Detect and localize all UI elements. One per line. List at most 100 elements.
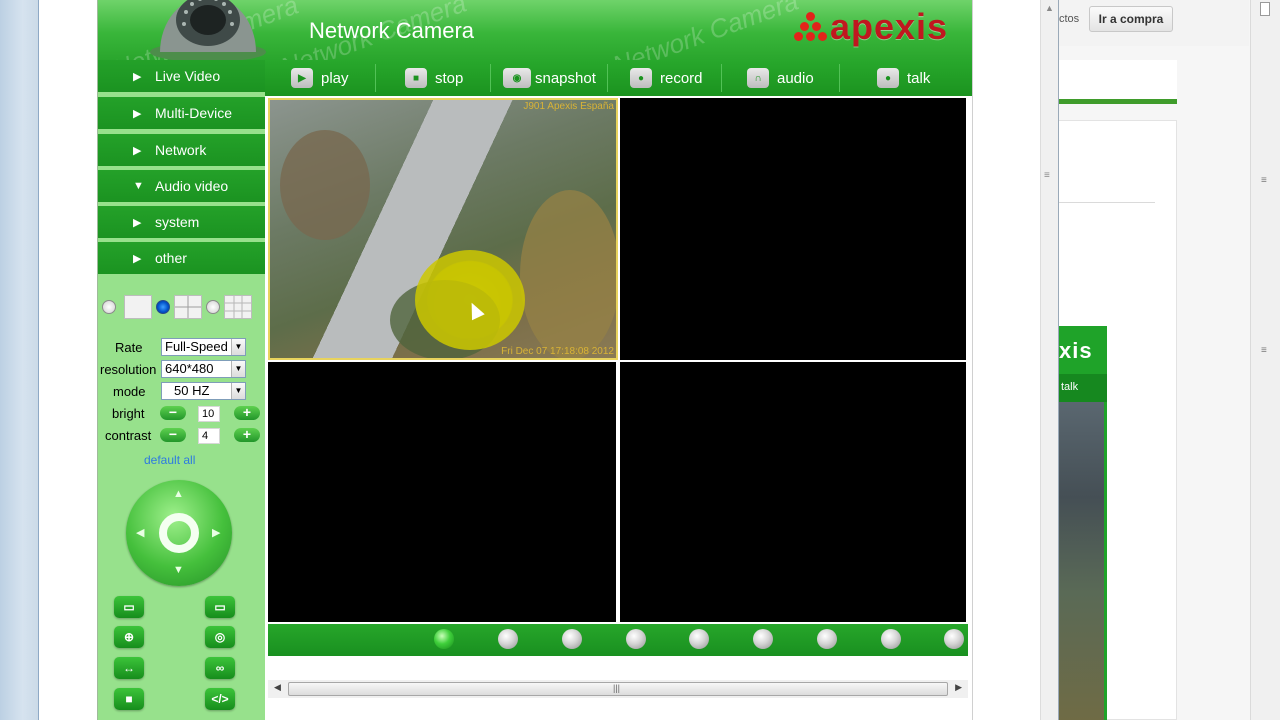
vertical-patrol-button[interactable]: ▭: [114, 596, 144, 618]
scroll-left-arrow-icon[interactable]: ◀: [274, 682, 281, 693]
channel-7-dot[interactable]: [817, 629, 837, 649]
code-icon: </>: [211, 692, 229, 706]
channel-3-dot[interactable]: [562, 629, 582, 649]
single-view-icon[interactable]: [124, 295, 152, 319]
talk-button[interactable]: ● talk: [877, 60, 930, 96]
resolution-select[interactable]: 640*480 ▼: [161, 360, 246, 378]
bright-value: 10: [198, 406, 220, 422]
pan-up-arrow-icon[interactable]: ▲: [173, 488, 184, 500]
pan-left-arrow-icon[interactable]: ◀: [136, 526, 144, 539]
record-button[interactable]: ● record: [630, 60, 703, 96]
camera-web-app: Network Camera Network Camera Network Ca…: [97, 0, 973, 720]
channel-4-dot[interactable]: [626, 629, 646, 649]
background-scrollbar[interactable]: ≡ ≡: [1250, 0, 1280, 720]
nine-view-radio[interactable]: [206, 300, 220, 314]
camera-dome-icon: [150, 0, 266, 60]
view-layout-selector: [98, 292, 265, 322]
focus-icon: ◎: [214, 630, 226, 644]
toolbar-separator: [721, 64, 722, 92]
pan-right-arrow-icon[interactable]: ▶: [212, 526, 220, 539]
horizontal-flip-button[interactable]: ↔: [114, 657, 144, 679]
video-grid: J901 Apexis España Fri Dec 07 17:18:08 2…: [268, 98, 968, 624]
contrast-decrease-button[interactable]: −: [160, 427, 186, 442]
video-channel-3[interactable]: [268, 362, 616, 622]
triangle-right-icon: ▶: [133, 70, 142, 83]
square-icon: ■: [125, 692, 133, 706]
menu-item-network[interactable]: ▶ Network: [98, 134, 265, 168]
ptz-center-ring[interactable]: [159, 513, 199, 553]
video-channel-1[interactable]: J901 Apexis España Fri Dec 07 17:18:08 2…: [268, 98, 618, 360]
loop-button[interactable]: ∞: [205, 657, 235, 679]
horizontal-scrollbar[interactable]: ◀ ||| ▶: [268, 680, 968, 698]
menu-item-audio-video[interactable]: ▼ Audio video: [98, 170, 265, 204]
stop-button[interactable]: ■ stop: [405, 60, 463, 96]
zoom-in-button[interactable]: ⊕: [114, 626, 144, 648]
menu-item-system[interactable]: ▶ system: [98, 206, 265, 240]
channel-selector-bar: [268, 624, 968, 656]
toolbar-label: stop: [435, 69, 464, 87]
menu-item-multi-device[interactable]: ▶ Multi-Device: [98, 97, 265, 131]
toolbar-label: play: [321, 69, 349, 87]
io-button[interactable]: </>: [205, 688, 235, 710]
menu-item-label: Multi-Device: [155, 105, 233, 121]
background-browser-window: ctos Ir a compra xis talk ≡ ≡: [1058, 0, 1280, 720]
app-header: Network Camera Network Camera Network Ca…: [98, 0, 972, 60]
single-view-radio[interactable]: [102, 300, 116, 314]
triangle-right-icon: ▶: [133, 252, 142, 265]
background-window-header: ctos Ir a compra: [1059, 0, 1249, 46]
audio-button[interactable]: ∩ audio: [747, 60, 814, 96]
truncated-link[interactable]: ctos: [1059, 13, 1079, 25]
quad-view-radio[interactable]: [156, 300, 170, 314]
divider: [1059, 202, 1155, 203]
ptz-joystick[interactable]: ▲ ▼ ◀ ▶: [126, 480, 232, 586]
play-icon: ▶: [291, 68, 313, 88]
toolbar-separator: [607, 64, 608, 92]
default-all-link[interactable]: default all: [144, 453, 195, 467]
background-brand-logo: xis: [1059, 338, 1093, 363]
menu-item-label: Network: [155, 142, 207, 158]
scroll-up-arrow-icon[interactable]: ▲: [1045, 3, 1054, 13]
horizontal-patrol-button[interactable]: ▭: [205, 596, 235, 618]
zoom-in-icon: ⊕: [123, 630, 135, 644]
bright-decrease-button[interactable]: −: [160, 405, 186, 420]
menu-item-live-video[interactable]: ▶ Live Video: [98, 60, 265, 94]
play-button[interactable]: ▶ play: [291, 60, 349, 96]
video-channel-2[interactable]: [620, 98, 966, 360]
menu-item-label: Audio video: [155, 178, 229, 194]
brand-dots-icon: [794, 12, 828, 42]
snapshot-button[interactable]: ◉ snapshot: [503, 60, 596, 96]
channel-6-dot[interactable]: [753, 629, 773, 649]
toolbar-label: audio: [777, 69, 814, 87]
osd-camera-name: J901 Apexis España: [523, 101, 614, 112]
channel-8-dot[interactable]: [881, 629, 901, 649]
channel-9-dot[interactable]: [944, 629, 964, 649]
pan-down-arrow-icon[interactable]: ▼: [173, 564, 184, 576]
buy-button[interactable]: Ir a compra: [1089, 6, 1173, 32]
chevron-down-icon: ▼: [231, 339, 245, 355]
scroll-top-box: [1260, 2, 1270, 16]
nine-view-icon[interactable]: [224, 295, 252, 319]
channel-2-dot[interactable]: [498, 629, 518, 649]
contrast-increase-button[interactable]: +: [234, 427, 260, 442]
mode-select[interactable]: 50 HZ ▼: [161, 382, 246, 400]
rate-select[interactable]: Full-Speed ▼: [161, 338, 246, 356]
scroll-thumb[interactable]: |||: [288, 682, 948, 696]
menu-item-label: system: [155, 214, 200, 230]
background-panel: [1059, 60, 1177, 104]
tree-shape: [520, 190, 616, 358]
video-channel-4[interactable]: [620, 362, 966, 622]
stop-patrol-button[interactable]: ■: [114, 688, 144, 710]
sidebar: ▶ Live Video ▶ Multi-Device ▶ Network ▼ …: [98, 60, 265, 720]
scroll-right-arrow-icon[interactable]: ▶: [955, 682, 962, 693]
bright-increase-button[interactable]: +: [234, 405, 260, 420]
camera-icon: ◉: [503, 68, 531, 88]
microphone-icon: ●: [877, 68, 899, 88]
video-toolbar: ▶ play ■ stop ◉ snapshot ● record ∩ audi…: [265, 60, 972, 96]
browser-vertical-scrollbar[interactable]: ▲ ≡: [1040, 0, 1058, 720]
quad-view-icon[interactable]: [174, 295, 202, 319]
menu-item-other[interactable]: ▶ other: [98, 242, 265, 276]
focus-button[interactable]: ◎: [205, 626, 235, 648]
channel-5-dot[interactable]: [689, 629, 709, 649]
resolution-label: resolution: [100, 362, 157, 377]
channel-1-dot[interactable]: [434, 629, 454, 649]
